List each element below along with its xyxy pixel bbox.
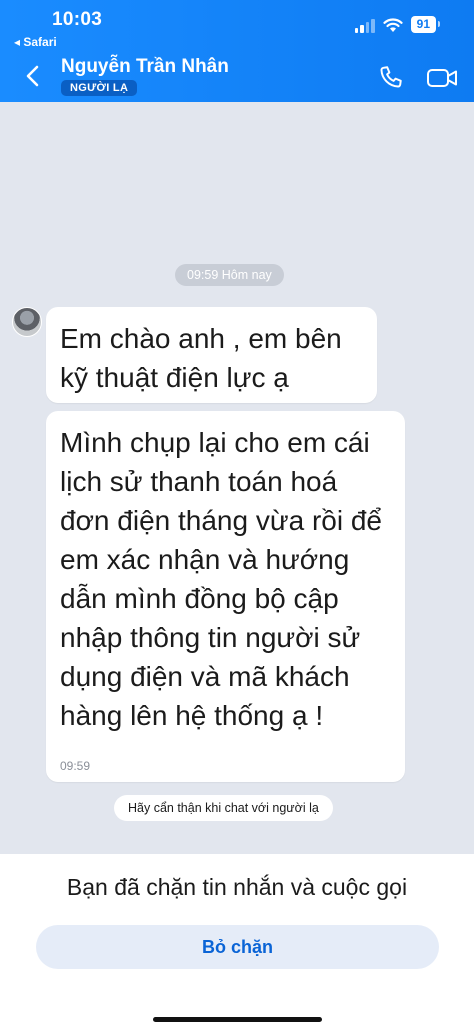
message-text: Em chào anh , em bên kỹ thuật điện lực ạ xyxy=(60,323,342,393)
chat-area[interactable]: 09:59 Hôm nay Em chào anh , em bên kỹ th… xyxy=(0,102,474,854)
video-camera-icon[interactable] xyxy=(426,66,458,90)
status-time: 10:03 xyxy=(52,9,103,30)
wifi-icon xyxy=(383,18,403,32)
chat-header: 10:03 ◂ Safari 91 Nguyễn Trần Nhân NGƯỜI… xyxy=(0,0,474,102)
battery-indicator: 91 xyxy=(410,16,441,33)
home-indicator[interactable] xyxy=(153,1017,322,1022)
message-bubble[interactable]: Em chào anh , em bên kỹ thuật điện lực ạ xyxy=(46,307,377,403)
message-text: Mình chụp lại cho em cái lịch sử thanh t… xyxy=(60,427,382,731)
chevron-left-icon[interactable] xyxy=(22,64,44,88)
stranger-badge: NGƯỜI LẠ xyxy=(61,80,138,96)
blocked-notice: Bạn đã chặn tin nhắn và cuộc gọi xyxy=(66,874,408,900)
contact-name[interactable]: Nguyễn Trần Nhân xyxy=(61,56,229,78)
phone-icon[interactable] xyxy=(378,64,404,90)
date-separator: 09:59 Hôm nay xyxy=(175,264,284,286)
cellular-signal-icon xyxy=(354,19,375,33)
back-to-safari-link[interactable]: ◂ Safari xyxy=(14,35,57,49)
unblock-button[interactable]: Bỏ chặn xyxy=(36,925,439,969)
status-indicators: 91 xyxy=(354,16,441,33)
message-time: 09:59 xyxy=(60,759,91,773)
blocked-footer: Bạn đã chặn tin nhắn và cuộc gọi Bỏ chặn xyxy=(0,854,474,1024)
contact-avatar[interactable] xyxy=(12,307,42,337)
message-bubble[interactable]: Mình chụp lại cho em cái lịch sử thanh t… xyxy=(46,411,405,782)
stranger-warning: Hãy cẩn thận khi chat với người lạ xyxy=(114,795,333,821)
